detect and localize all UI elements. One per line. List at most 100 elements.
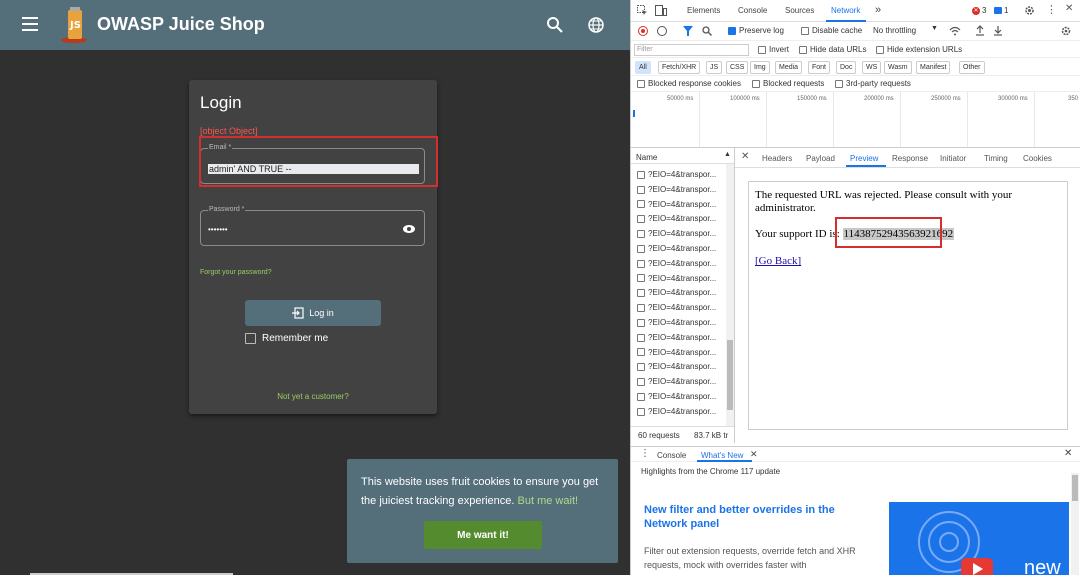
request-row[interactable]: ?EIO=4&transpor... (637, 318, 716, 331)
request-row-checkbox[interactable] (637, 378, 645, 387)
juice-shop-logo[interactable]: JS (60, 6, 92, 44)
blocked-cookies[interactable]: Blocked response cookies (637, 79, 741, 88)
tab-payload[interactable]: Payload (806, 154, 835, 163)
request-row-checkbox[interactable] (637, 304, 645, 313)
type-filter-doc[interactable]: Doc (836, 61, 857, 74)
request-row-checkbox[interactable] (637, 230, 645, 239)
network-settings-gear-icon[interactable] (1061, 26, 1071, 36)
request-row[interactable]: ?EIO=4&transpor... (637, 200, 716, 213)
hamburger-menu-icon[interactable] (22, 17, 38, 31)
close-drawer-icon[interactable]: ✕ (1064, 448, 1072, 459)
request-row[interactable]: ?EIO=4&transpor... (637, 185, 716, 198)
preserve-log-checkbox[interactable] (728, 26, 736, 35)
drawer-scrollbar-thumb[interactable] (1072, 475, 1078, 501)
request-row[interactable]: ?EIO=4&transpor... (637, 348, 716, 361)
register-link[interactable]: Not yet a customer? (189, 392, 437, 401)
request-row[interactable]: ?EIO=4&transpor... (637, 392, 716, 405)
cookie-more-link[interactable]: But me wait! (518, 495, 579, 507)
throttling-dropdown-icon[interactable]: ▼ (931, 25, 938, 32)
tab-network[interactable]: Network (831, 6, 860, 15)
drawer-scrollbar[interactable] (1071, 473, 1079, 575)
request-row[interactable]: ?EIO=4&transpor... (637, 377, 716, 390)
third-party-checkbox[interactable] (835, 79, 843, 88)
tab-initiator[interactable]: Initiator (940, 154, 966, 163)
request-row-checkbox[interactable] (637, 289, 645, 298)
request-row[interactable]: ?EIO=4&transpor... (637, 244, 716, 257)
close-detail-icon[interactable]: ✕ (741, 151, 749, 162)
remember-me[interactable]: Remember me (245, 333, 328, 344)
language-globe-icon[interactable] (587, 16, 605, 34)
type-filter-media[interactable]: Media (775, 61, 803, 74)
request-row-checkbox[interactable] (637, 392, 645, 401)
error-counter[interactable]: ✕ 3 (972, 6, 986, 15)
preserve-log[interactable]: Preserve log (728, 26, 784, 35)
login-button[interactable]: Log in (245, 300, 381, 326)
drawer-menu-icon[interactable]: ⋮ (640, 448, 650, 459)
inspect-element-icon[interactable] (637, 5, 648, 16)
import-har-icon[interactable] (975, 25, 985, 36)
network-conditions-icon[interactable] (949, 26, 961, 36)
search-icon[interactable] (546, 16, 564, 34)
request-row[interactable]: ?EIO=4&transpor... (637, 170, 716, 183)
search-network-icon[interactable] (702, 26, 712, 36)
request-row-checkbox[interactable] (637, 200, 645, 209)
more-options-icon[interactable]: ⋮ (1046, 3, 1057, 16)
settings-gear-icon[interactable] (1024, 5, 1035, 16)
name-column-header[interactable]: Name ▲ (631, 148, 734, 164)
type-filter-js[interactable]: JS (706, 61, 723, 74)
type-filter-all[interactable]: All (635, 61, 651, 74)
tab-elements[interactable]: Elements (687, 6, 720, 15)
password-input-value[interactable]: ••••••• (208, 225, 228, 234)
disable-cache-checkbox[interactable] (801, 26, 809, 35)
clear-icon[interactable] (657, 26, 667, 36)
request-row-checkbox[interactable] (637, 348, 645, 357)
remember-me-checkbox[interactable] (245, 333, 256, 344)
request-row[interactable]: ?EIO=4&transpor... (637, 303, 716, 316)
export-har-icon[interactable] (993, 25, 1003, 36)
device-toolbar-icon[interactable] (655, 5, 667, 16)
accept-cookies-button[interactable]: Me want it! (424, 521, 542, 549)
request-row-checkbox[interactable] (637, 170, 645, 179)
more-tabs-button[interactable]: » (875, 4, 881, 16)
request-list[interactable]: ?EIO=4&transpor... ?EIO=4&transpor... ?EIO… (631, 170, 734, 425)
tab-console[interactable]: Console (738, 6, 767, 15)
disable-cache[interactable]: Disable cache (801, 26, 862, 35)
request-row-checkbox[interactable] (637, 259, 645, 268)
type-filter-other[interactable]: Other (959, 61, 985, 74)
request-row[interactable]: ?EIO=4&transpor... (637, 274, 716, 287)
invert-filter[interactable]: Invert (758, 45, 789, 54)
blocked-cookies-checkbox[interactable] (637, 79, 645, 88)
request-row-checkbox[interactable] (637, 407, 645, 416)
type-filter-font[interactable]: Font (808, 61, 831, 74)
forgot-password-link[interactable]: Forgot your password? (200, 269, 272, 276)
third-party-requests[interactable]: 3rd-party requests (835, 79, 911, 88)
tab-headers[interactable]: Headers (762, 154, 792, 163)
blocked-requests[interactable]: Blocked requests (752, 79, 824, 88)
go-back-link[interactable]: [Go Back] (755, 255, 801, 267)
request-row-checkbox[interactable] (637, 215, 645, 224)
request-row-checkbox[interactable] (637, 274, 645, 283)
throttling-select[interactable]: No throttling (873, 26, 916, 35)
feature-title-link[interactable]: New filter and better overrides in the N… (644, 503, 856, 531)
request-row[interactable]: ?EIO=4&transpor... (637, 362, 716, 375)
request-row[interactable]: ?EIO=4&transpor... (637, 229, 716, 242)
drawer-tab-console[interactable]: Console (657, 451, 686, 460)
password-field[interactable]: Password * ••••••• (200, 206, 425, 246)
close-whats-new-icon[interactable]: ✕ (750, 449, 758, 460)
request-list-scrollbar-thumb[interactable] (727, 340, 733, 410)
type-filter-fetch-xhr[interactable]: Fetch/XHR (658, 61, 701, 74)
request-list-scrollbar[interactable] (726, 164, 734, 426)
type-filter-img[interactable]: Img (750, 61, 770, 74)
request-row-checkbox[interactable] (637, 244, 645, 253)
pane-divider[interactable] (734, 148, 735, 443)
hide-extension-urls-checkbox[interactable] (876, 45, 884, 54)
hide-data-urls[interactable]: Hide data URLs (799, 45, 866, 54)
close-devtools-icon[interactable]: ✕ (1065, 3, 1073, 14)
filter-input[interactable]: Filter (634, 44, 749, 56)
request-row[interactable]: ?EIO=4&transpor... (637, 407, 716, 420)
tab-timing[interactable]: Timing (984, 154, 1008, 163)
type-filter-css[interactable]: CSS (726, 61, 749, 74)
blocked-requests-checkbox[interactable] (752, 79, 760, 88)
hide-data-urls-checkbox[interactable] (799, 45, 807, 54)
invert-checkbox[interactable] (758, 45, 766, 54)
